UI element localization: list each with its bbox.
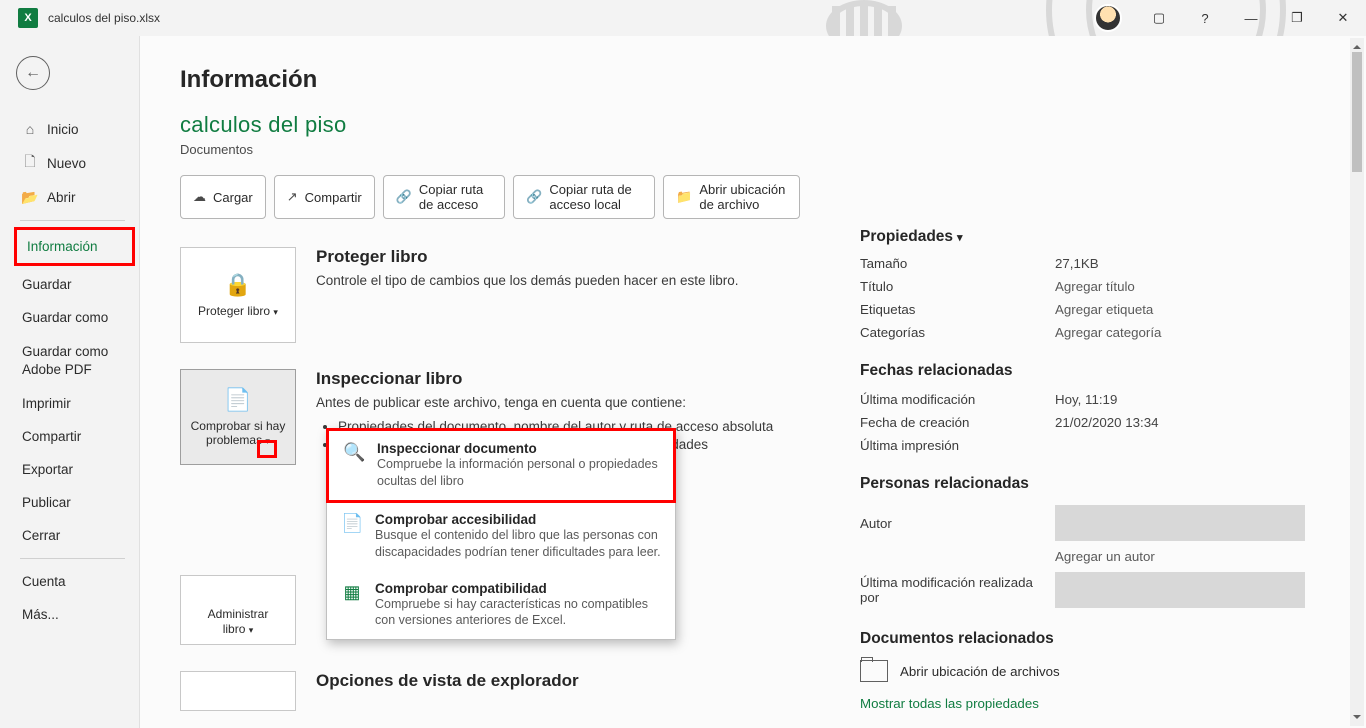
highlight-marker bbox=[257, 440, 277, 458]
home-icon: ⌂ bbox=[22, 121, 38, 137]
share-button[interactable]: ↗Compartir bbox=[274, 175, 375, 219]
accessibility-icon: 📄 bbox=[341, 512, 363, 534]
protect-desc: Controle el tipo de cambios que los demá… bbox=[316, 271, 739, 291]
protect-title: Proteger libro bbox=[316, 247, 739, 267]
document-title: calculos del piso bbox=[180, 112, 800, 138]
nav-export[interactable]: Exportar bbox=[0, 453, 139, 486]
folder-icon bbox=[860, 660, 888, 682]
backstage-sidebar: ⌂Inicio 🗋Nuevo 📂Abrir Información Guarda… bbox=[0, 36, 140, 728]
user-avatar[interactable] bbox=[1094, 4, 1122, 32]
cloud-upload-icon: ☁ bbox=[193, 189, 206, 205]
prop-label-created: Fecha de creación bbox=[860, 415, 1055, 430]
add-author[interactable]: Agregar un autor bbox=[1055, 549, 1155, 564]
prop-label-modified: Última modificación bbox=[860, 392, 1055, 407]
close-icon[interactable]: ✕ bbox=[1320, 0, 1366, 36]
lock-icon: 🔒 bbox=[224, 272, 251, 298]
copy-local-path-button[interactable]: 🔗Copiar ruta de acceso local bbox=[513, 175, 655, 219]
scrollbar[interactable] bbox=[1350, 38, 1364, 726]
share-icon: ↗ bbox=[287, 189, 298, 205]
open-file-location[interactable]: Abrir ubicación de archivos bbox=[860, 660, 1342, 682]
document-location: Documentos bbox=[180, 142, 800, 157]
minimize-icon[interactable]: — bbox=[1228, 0, 1274, 36]
nav-save[interactable]: Guardar bbox=[0, 268, 139, 301]
link-icon: 🔗 bbox=[526, 189, 542, 205]
page-title: Información bbox=[180, 66, 800, 94]
prop-value-created: 21/02/2020 13:34 bbox=[1055, 415, 1159, 430]
nav-close[interactable]: Cerrar bbox=[0, 519, 139, 552]
help-icon[interactable]: ? bbox=[1182, 0, 1228, 36]
nav-account[interactable]: Cuenta bbox=[0, 565, 139, 598]
prop-value-size: 27,1KB bbox=[1055, 256, 1099, 271]
filename: calculos del piso.xlsx bbox=[48, 11, 160, 25]
author-redacted bbox=[1055, 505, 1305, 541]
document-search-icon: 🔍 bbox=[343, 441, 365, 463]
check-issues-button[interactable]: 📄 Comprobar si hayproblemas ▾ bbox=[180, 369, 296, 465]
scroll-thumb[interactable] bbox=[1352, 52, 1362, 172]
manage-book-button[interactable]: Administrarlibro ▾ bbox=[180, 575, 296, 645]
open-icon: 📂 bbox=[22, 189, 38, 205]
nav-info[interactable]: Información bbox=[14, 227, 135, 266]
prop-label-categories: Categorías bbox=[860, 325, 1055, 340]
prop-label-printed: Última impresión bbox=[860, 438, 1055, 453]
prop-value-modified: Hoy, 11:19 bbox=[1055, 392, 1117, 407]
nav-more[interactable]: Más... bbox=[0, 598, 139, 631]
explorer-title: Opciones de vista de explorador bbox=[316, 671, 579, 691]
reldocs-header: Documentos relacionados bbox=[860, 630, 1342, 648]
document-check-icon: 📄 bbox=[224, 387, 251, 413]
nav-saveas[interactable]: Guardar como bbox=[0, 301, 139, 334]
explorer-options-button[interactable] bbox=[180, 671, 296, 711]
nav-share[interactable]: Compartir bbox=[0, 420, 139, 453]
nav-saveaspdf[interactable]: Guardar como Adobe PDF bbox=[0, 334, 139, 387]
upload-button[interactable]: ☁Cargar bbox=[180, 175, 266, 219]
compatibility-icon: ▦ bbox=[341, 581, 363, 603]
prop-value-categories[interactable]: Agregar categoría bbox=[1055, 325, 1161, 340]
action-row: ☁Cargar ↗Compartir 🔗Copiar ruta de acces… bbox=[180, 175, 800, 219]
inspect-desc: Antes de publicar este archivo, tenga en… bbox=[316, 393, 773, 413]
lastmodby-redacted bbox=[1055, 572, 1305, 608]
folder-icon: 📁 bbox=[676, 189, 692, 205]
properties-panel: Propiedades▾ Tamaño27,1KB TítuloAgregar … bbox=[860, 66, 1342, 728]
prop-label-tags: Etiquetas bbox=[860, 302, 1055, 317]
maximize-icon[interactable]: ❐ bbox=[1274, 0, 1320, 36]
ribbon-display-icon[interactable]: ▢ bbox=[1136, 0, 1182, 36]
prop-value-tags[interactable]: Agregar etiqueta bbox=[1055, 302, 1153, 317]
protect-section: 🔒 Proteger libro ▾ Proteger libro Contro… bbox=[180, 247, 800, 343]
chevron-down-icon: ▾ bbox=[957, 231, 963, 244]
menu-check-compatibility[interactable]: ▦ Comprobar compatibilidadCompruebe si h… bbox=[327, 571, 675, 640]
titlebar: X calculos del piso.xlsx ▢ ? — ❐ ✕ bbox=[0, 0, 1366, 36]
chevron-down-icon: ▾ bbox=[249, 625, 254, 635]
nav-print[interactable]: Imprimir bbox=[0, 387, 139, 420]
prop-value-title[interactable]: Agregar título bbox=[1055, 279, 1135, 294]
protect-book-button[interactable]: 🔒 Proteger libro ▾ bbox=[180, 247, 296, 343]
properties-header[interactable]: Propiedades▾ bbox=[860, 228, 1342, 246]
menu-check-accessibility[interactable]: 📄 Comprobar accesibilidadBusque el conte… bbox=[327, 502, 675, 571]
people-header: Personas relacionadas bbox=[860, 475, 1342, 493]
check-issues-menu: 🔍 Inspeccionar documentoCompruebe la inf… bbox=[326, 428, 676, 640]
prop-label-size: Tamaño bbox=[860, 256, 1055, 271]
chevron-down-icon: ▾ bbox=[273, 307, 278, 317]
open-location-button[interactable]: 📁Abrir ubicación de archivo bbox=[663, 175, 800, 219]
nav-open[interactable]: 📂Abrir bbox=[0, 180, 139, 214]
prop-label-lastmodby: Última modificación realizada por bbox=[860, 575, 1055, 605]
link-icon: 🔗 bbox=[396, 189, 412, 205]
excel-app-icon: X bbox=[18, 8, 38, 28]
nav-new[interactable]: 🗋Nuevo bbox=[0, 146, 139, 180]
show-all-properties[interactable]: Mostrar todas las propiedades bbox=[860, 696, 1342, 711]
explorer-section: Opciones de vista de explorador bbox=[180, 671, 800, 711]
content: Información calculos del piso Documentos… bbox=[140, 36, 1366, 728]
inspect-title: Inspeccionar libro bbox=[316, 369, 773, 389]
copy-path-button[interactable]: 🔗Copiar ruta de acceso bbox=[383, 175, 505, 219]
nav-home[interactable]: ⌂Inicio bbox=[0, 112, 139, 146]
prop-label-title: Título bbox=[860, 279, 1055, 294]
back-button[interactable] bbox=[16, 56, 50, 90]
menu-inspect-document[interactable]: 🔍 Inspeccionar documentoCompruebe la inf… bbox=[326, 428, 676, 503]
prop-label-author: Autor bbox=[860, 516, 1055, 531]
new-icon: 🗋 bbox=[22, 155, 38, 171]
nav-publish[interactable]: Publicar bbox=[0, 486, 139, 519]
dates-header: Fechas relacionadas bbox=[860, 362, 1342, 380]
